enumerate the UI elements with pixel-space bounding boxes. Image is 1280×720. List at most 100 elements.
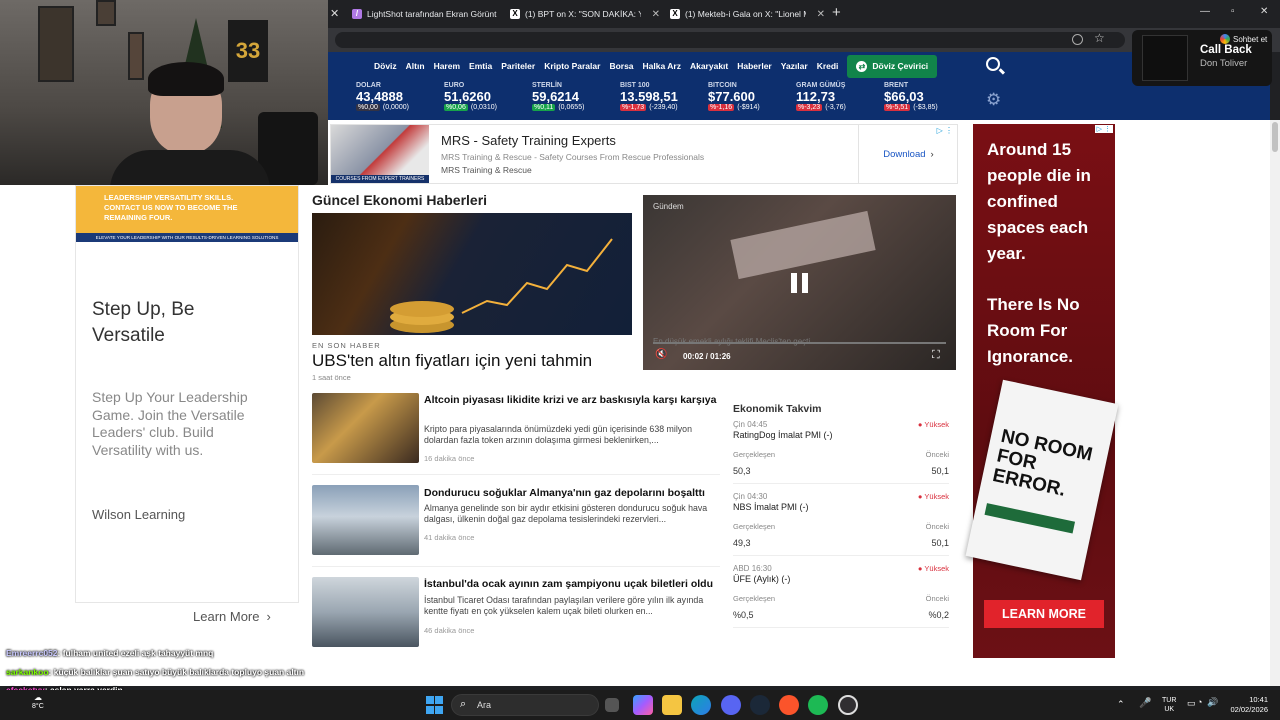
ticker-6[interactable]: BRENT $66,03 %-5,51 (-$3,85) [856, 80, 944, 120]
chat-message: sarkankoo: küçük balıklar şuan satıyo bü… [6, 667, 304, 677]
settings-gear-icon[interactable]: ⚙ [986, 90, 1001, 110]
news-title[interactable]: Dondurucu soğuklar Almanya'nın gaz depol… [424, 487, 720, 499]
ticker-4[interactable]: BITCOIN $77.600 %-1,16 (-$914) [680, 80, 768, 120]
top-ad[interactable]: COURSES FROM EXPERT TRAINERS MRS - Safet… [330, 124, 958, 184]
chevron-right-icon: › [266, 609, 271, 624]
nav-pariteler[interactable]: Pariteler [501, 61, 535, 71]
minimize-icon[interactable]: — [1200, 6, 1210, 17]
zoom-icon[interactable] [1072, 34, 1083, 45]
video-progress-bar[interactable] [653, 342, 946, 344]
restore-icon[interactable]: ▫ [1231, 6, 1235, 17]
steam-icon[interactable] [750, 695, 770, 715]
adchoices-icon[interactable]: ▷ ⋮ [1094, 125, 1113, 133]
wifi-icon[interactable]: ◔ [1197, 697, 1202, 707]
ad-title[interactable]: MRS - Safety Training Experts [441, 133, 616, 148]
learn-more-button[interactable]: LEARN MORE [984, 600, 1104, 628]
clock[interactable]: 10:41 02/02/2026 [1228, 695, 1268, 715]
close-tab-icon[interactable]: ✕ [330, 7, 339, 20]
ticker-pct: %-5,51 [884, 104, 911, 111]
ticker-name: BRENT [884, 82, 909, 89]
weather-widget[interactable]: ☁ 8°C [30, 693, 54, 717]
nav-akaryakit[interactable]: Akaryakıt [690, 61, 728, 71]
nav-harem[interactable]: Harem [434, 61, 460, 71]
ticker-pct: %-1,16 [708, 104, 735, 111]
scrollbar[interactable] [1270, 120, 1280, 686]
tab-mekteb[interactable]: X (1) Mekteb-i Gala on X: "Lionel Me ✕ [670, 4, 825, 24]
fullscreen-icon[interactable]: ⛶ [932, 349, 940, 362]
chat-button[interactable]: Sohbet et [1220, 34, 1267, 44]
start-button[interactable] [424, 695, 444, 715]
nav-kripto[interactable]: Kripto Paralar [544, 61, 600, 71]
language-indicator[interactable]: TUR UK [1162, 696, 1176, 714]
lead-title[interactable]: UBS'ten altın fiyatları için yeni tahmin [312, 351, 592, 371]
pause-icon[interactable] [791, 273, 809, 293]
close-window-icon[interactable]: ✕ [1260, 6, 1268, 17]
taskbar-search-box[interactable]: ⌕ Ara [451, 694, 599, 716]
left-ad[interactable]: LEADERSHIP VERSATILITY SKILLS. CONTACT U… [75, 185, 299, 624]
ticker-2[interactable]: STERLİN 59,6214 %0,11 (0,0655) [504, 80, 592, 120]
file-explorer-icon[interactable] [662, 695, 682, 715]
ticker-3[interactable]: BIST 100 13.598,51 %-1,73 (-239,40) [592, 80, 680, 120]
ticker-0[interactable]: DOLAR 43,4888 %0,00 (0,0000) [328, 80, 416, 120]
ticker-change: (0,0655) [558, 104, 585, 111]
ticker-value: 51,6260 [444, 89, 491, 104]
mic-icon[interactable]: 🎤 [1139, 698, 1151, 709]
converter-icon: ⇄ [856, 60, 868, 72]
ad-image-caption: COURSES FROM EXPERT TRAINERS [331, 175, 429, 183]
event-country: ABD [733, 564, 750, 573]
learn-more-button[interactable]: Learn More › [193, 609, 271, 624]
volume-icon[interactable]: 🔊 [1207, 697, 1218, 708]
nav-haberler[interactable]: Haberler [737, 61, 772, 71]
monitor-icon[interactable]: ▭ [1187, 698, 1196, 709]
book-stripe [984, 503, 1076, 534]
news-title[interactable]: İstanbul'da ocak ayının zam şampiyonu uç… [424, 578, 720, 590]
video-tag: Gündem [653, 202, 684, 211]
nav-halka-arz[interactable]: Halka Arz [643, 61, 681, 71]
copilot-app-icon[interactable] [633, 695, 653, 715]
tray-chevron-icon[interactable]: ⌃ [1117, 699, 1125, 710]
brave-icon[interactable] [779, 695, 799, 715]
lead-news-image[interactable] [312, 213, 632, 335]
right-ad[interactable]: ▷ ⋮ Around 15 people die in confined spa… [965, 124, 1119, 658]
actual-label: Gerçekleşen [733, 522, 776, 531]
close-tab-icon[interactable]: ✕ [817, 9, 825, 20]
obs-icon[interactable] [838, 695, 858, 715]
ticker-5[interactable]: GRAM GÜMÜŞ 112,73 %-3,23 (-3,76) [768, 80, 856, 120]
news-time: 46 dakika önce [424, 626, 475, 635]
ticker-1[interactable]: EURO 51,6260 %0,06 (0,0310) [416, 80, 504, 120]
calendar-event[interactable]: Çin 04:30 ● Yüksek NBS İmalat PMI (-) Gerçe… [733, 492, 949, 556]
event-importance: Yüksek [924, 492, 949, 501]
new-tab-button[interactable]: + [832, 4, 841, 21]
edge-icon[interactable] [691, 695, 711, 715]
mute-icon[interactable]: 🔇 [655, 349, 667, 360]
scrollbar-thumb[interactable] [1272, 122, 1278, 152]
nav-altin[interactable]: Altın [406, 61, 425, 71]
adchoices-icon[interactable]: ▷ ⋮ [937, 126, 953, 135]
calendar-event[interactable]: ABD 16:30 ● Yüksek ÜFE (Aylık) (-) Gerçekle… [733, 564, 949, 628]
news-image-3[interactable] [312, 577, 419, 647]
discord-icon[interactable] [721, 695, 741, 715]
nav-emtia[interactable]: Emtia [469, 61, 492, 71]
event-time: 04:30 [747, 492, 768, 501]
nav-doviz[interactable]: Döviz [374, 61, 397, 71]
news-image-1[interactable] [312, 393, 419, 463]
nav-kredi[interactable]: Kredi [817, 61, 839, 71]
currency-converter-button[interactable]: ⇄ Döviz Çevirici [847, 54, 938, 78]
url-field[interactable] [335, 32, 1125, 48]
tab-bpt[interactable]: X (1) BPT on X: "SON DAKİKA: Yousse ✕ [510, 4, 660, 24]
news-title[interactable]: Altcoin piyasası likidite krizi ve arz b… [424, 394, 720, 406]
event-actual: %0,5 [733, 610, 754, 620]
ticker-value: 43,4888 [356, 89, 403, 104]
news-image-2[interactable] [312, 485, 419, 555]
nav-borsa[interactable]: Borsa [609, 61, 633, 71]
spotify-icon[interactable] [808, 695, 828, 715]
divider [312, 566, 720, 567]
task-view-icon[interactable] [605, 698, 619, 712]
calendar-event[interactable]: Çin 04:45 ● Yüksek RatingDog İmalat PMI (-… [733, 420, 949, 484]
bookmark-star-icon[interactable]: ☆ [1094, 31, 1105, 45]
close-tab-icon[interactable]: ✕ [652, 9, 660, 20]
nav-yazilar[interactable]: Yazılar [781, 61, 808, 71]
tab-lightshot[interactable]: / LightShot tarafından Ekran Görünt [352, 4, 502, 24]
video-player[interactable]: Gündem En düşük emekli aylığı teklifi Me… [643, 195, 956, 370]
search-icon[interactable] [986, 57, 1000, 71]
